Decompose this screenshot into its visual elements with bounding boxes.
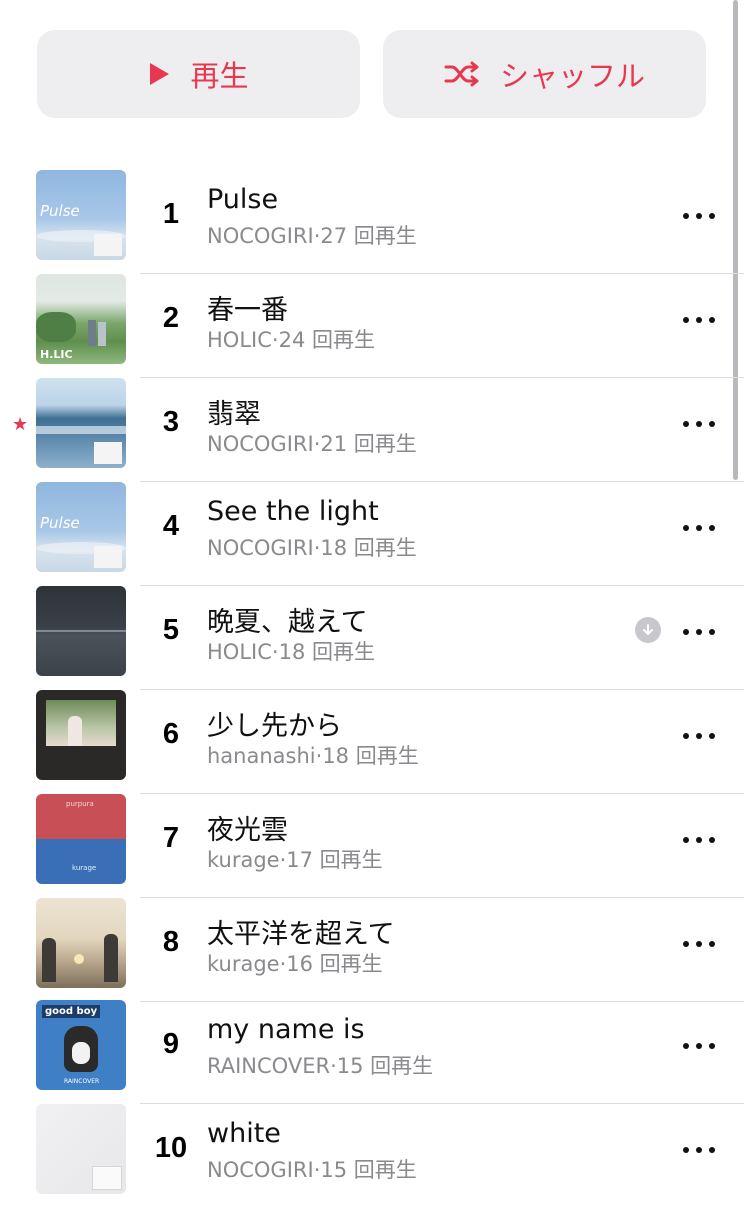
more-options-button[interactable] xyxy=(683,1042,715,1050)
track-subtitle: kurage·16 回再生 xyxy=(207,952,383,976)
track-row[interactable]: ★ 3 翡翠 NOCOGIRI·21 回再生 xyxy=(0,378,744,482)
play-button-label: 再生 xyxy=(190,59,249,93)
track-title: my name is xyxy=(207,1014,365,1045)
track-rank: 1 xyxy=(162,198,180,230)
album-art-logo: RAINCOVER xyxy=(64,1078,100,1085)
album-art: H.LIC xyxy=(36,274,126,364)
track-title: Pulse xyxy=(207,184,279,215)
more-options-button[interactable] xyxy=(683,628,715,636)
album-art xyxy=(36,586,126,676)
track-rank: 2 xyxy=(162,302,180,334)
album-art-logo: H.LIC xyxy=(40,348,73,361)
track-rank: 10 xyxy=(154,1132,188,1164)
more-options-button[interactable] xyxy=(683,524,715,532)
album-art: Pulse xyxy=(36,170,126,260)
track-row[interactable]: Pulse 1 Pulse NOCOGIRI·27 回再生 xyxy=(0,170,744,274)
track-subtitle: HOLIC·18 回再生 xyxy=(207,640,375,664)
album-art: purpura kurage xyxy=(36,794,126,884)
track-subtitle: NOCOGIRI·18 回再生 xyxy=(207,536,417,560)
track-rank: 5 xyxy=(162,614,180,646)
track-row[interactable]: 10 white NOCOGIRI·15 回再生 xyxy=(0,1104,744,1208)
album-art xyxy=(36,898,126,988)
track-title: 太平洋を超えて xyxy=(207,919,395,950)
play-icon xyxy=(148,62,170,86)
album-art xyxy=(36,690,126,780)
album-art-title: good boy xyxy=(42,1005,101,1018)
more-options-button[interactable] xyxy=(683,316,715,324)
track-rank: 4 xyxy=(162,510,180,542)
track-row[interactable]: 6 少し先から hananashi·18 回再生 xyxy=(0,690,744,794)
track-subtitle: HOLIC·24 回再生 xyxy=(207,328,375,352)
more-options-button[interactable] xyxy=(683,212,715,220)
more-options-button[interactable] xyxy=(683,420,715,428)
album-art-logo: kurage xyxy=(72,864,97,872)
album-art xyxy=(36,378,126,468)
track-title: See the light xyxy=(207,496,379,527)
album-art: Pulse xyxy=(36,482,126,572)
album-art-text: purpura xyxy=(66,800,94,808)
track-title: 晩夏、越えて xyxy=(207,607,368,638)
play-button[interactable]: 再生 xyxy=(37,30,360,118)
track-row[interactable]: 5 晩夏、越えて HOLIC·18 回再生 xyxy=(0,586,744,690)
track-row[interactable]: H.LIC 2 春一番 HOLIC·24 回再生 xyxy=(0,274,744,378)
shuffle-icon xyxy=(444,61,480,87)
track-title: 夜光雲 xyxy=(207,815,288,846)
more-options-button[interactable] xyxy=(683,940,715,948)
track-rank: 6 xyxy=(162,718,180,750)
track-row[interactable]: 8 太平洋を超えて kurage·16 回再生 xyxy=(0,898,744,1002)
track-rank: 3 xyxy=(162,406,180,438)
track-rank: 9 xyxy=(162,1028,180,1060)
more-options-button[interactable] xyxy=(683,836,715,844)
album-art-logo: Pulse xyxy=(40,514,80,532)
track-row[interactable]: Pulse 4 See the light NOCOGIRI·18 回再生 xyxy=(0,482,744,586)
track-subtitle: RAINCOVER·15 回再生 xyxy=(207,1054,434,1078)
track-title: white xyxy=(207,1118,281,1149)
more-options-button[interactable] xyxy=(683,732,715,740)
shuffle-button-label: シャッフル xyxy=(499,59,645,93)
track-title: 春一番 xyxy=(207,295,288,326)
track-title: 少し先から xyxy=(207,711,342,742)
more-options-button[interactable] xyxy=(683,1146,715,1154)
downloaded-icon xyxy=(635,617,661,643)
track-row[interactable]: good boy RAINCOVER 9 my name is RAINCOVE… xyxy=(0,1000,744,1104)
track-title: 翡翠 xyxy=(207,399,261,430)
album-art-logo: Pulse xyxy=(40,202,80,220)
favorite-star-icon: ★ xyxy=(12,414,29,435)
track-subtitle: hananashi·18 回再生 xyxy=(207,744,419,768)
track-row[interactable]: purpura kurage 7 夜光雲 kurage·17 回再生 xyxy=(0,794,744,898)
track-subtitle: NOCOGIRI·15 回再生 xyxy=(207,1158,417,1182)
track-subtitle: NOCOGIRI·27 回再生 xyxy=(207,224,417,248)
track-rank: 8 xyxy=(162,926,180,958)
track-rank: 7 xyxy=(162,822,180,854)
album-art: good boy RAINCOVER xyxy=(36,1000,126,1090)
track-subtitle: NOCOGIRI·21 回再生 xyxy=(207,432,417,456)
album-art xyxy=(36,1104,126,1194)
track-subtitle: kurage·17 回再生 xyxy=(207,848,383,872)
shuffle-button[interactable]: シャッフル xyxy=(383,30,706,118)
